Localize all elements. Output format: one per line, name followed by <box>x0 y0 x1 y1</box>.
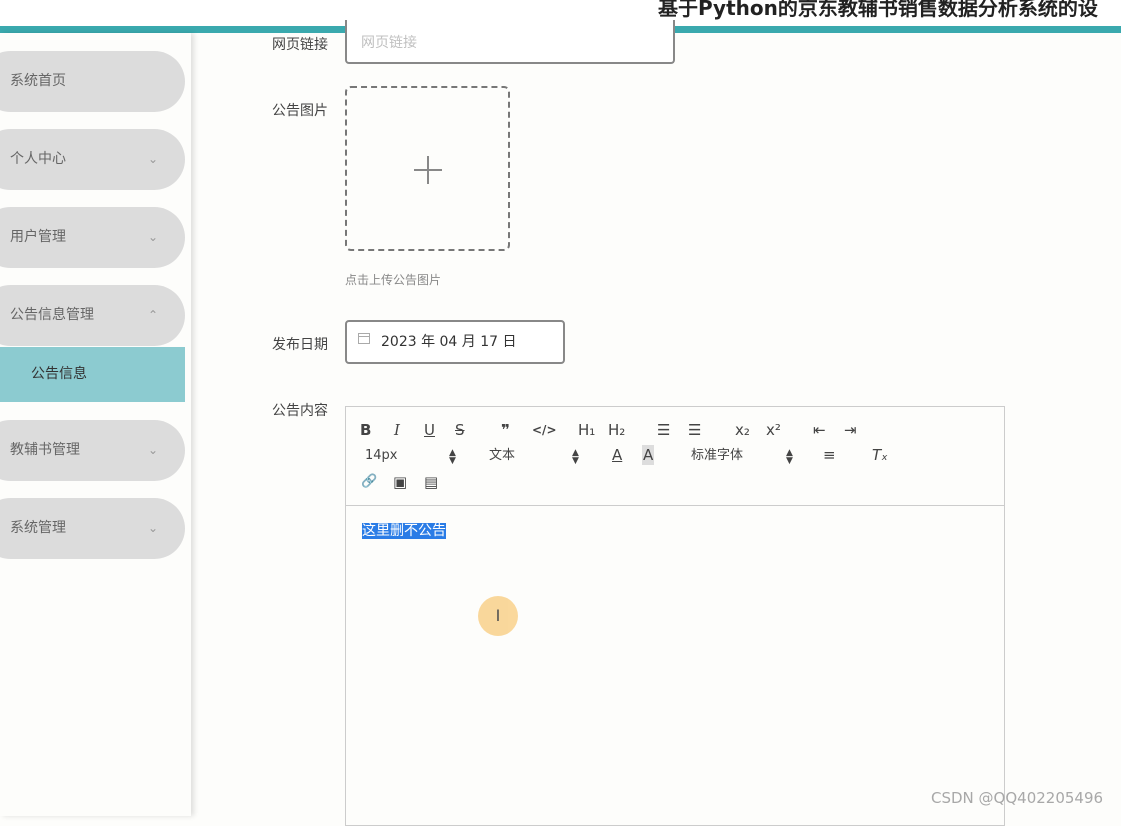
text-cursor-icon: I <box>495 606 501 625</box>
image-icon[interactable]: ▣ <box>393 472 407 492</box>
content-label: 公告内容 <box>272 403 328 419</box>
text-type-arrows-icon: ▲ ▼ <box>572 448 579 466</box>
blockquote-icon[interactable]: ❞ <box>501 420 510 440</box>
link-label: 网页链接 <box>272 37 328 53</box>
italic-icon[interactable]: I <box>394 420 400 440</box>
sidebar-item-profile[interactable]: 个人中心 ⌄ <box>0 129 185 190</box>
watermark: CSDN @QQ402205496 <box>931 789 1104 807</box>
font-size-arrows-icon: ▲ ▼ <box>449 448 456 466</box>
code-block-icon[interactable]: </> <box>532 420 557 440</box>
background-color-icon[interactable]: A <box>642 445 655 465</box>
heading-1-icon[interactable]: H₁ <box>578 420 595 440</box>
image-label: 公告图片 <box>272 103 328 119</box>
editor-content[interactable]: 这里删不公告 <box>362 520 446 540</box>
upload-hint: 点击上传公告图片 <box>345 273 442 287</box>
link-icon[interactable]: 🔗 <box>361 472 377 492</box>
indent-icon[interactable]: ⇥ <box>844 420 857 440</box>
date-value: 2023 年 04 月 17 日 <box>381 334 517 350</box>
font-family-arrows-icon: ▲ ▼ <box>786 448 793 466</box>
text-type-select[interactable]: 文本 <box>489 446 515 466</box>
chevron-down-icon: ⌄ <box>148 230 159 244</box>
sidebar-item-label: 个人中心 <box>10 151 66 167</box>
date-picker[interactable]: 2023 年 04 月 17 日 <box>345 320 565 364</box>
sidebar-item-label: 系统首页 <box>10 73 66 89</box>
sidebar-subitem-notice-info[interactable]: 公告信息 <box>0 347 185 402</box>
sidebar-subitem-label: 公告信息 <box>31 366 87 382</box>
image-upload-box[interactable] <box>345 86 510 251</box>
sidebar-item-system[interactable]: 系统管理 ⌄ <box>0 498 185 559</box>
selected-text: 这里删不公告 <box>362 523 446 539</box>
ordered-list-icon[interactable]: ☰ <box>657 420 670 440</box>
underline-icon[interactable]: U <box>424 420 435 440</box>
editor-toolbar: B I U S ❞ </> H₁ H₂ ☰ ☰ x₂ x² ⇤ ⇥ 14px ▲… <box>346 407 1004 506</box>
sidebar-item-home[interactable]: 系统首页 <box>0 51 185 112</box>
subscript-icon[interactable]: x₂ <box>735 420 750 440</box>
bullet-list-icon[interactable]: ☰ <box>688 420 701 440</box>
rich-text-editor[interactable]: B I U S ❞ </> H₁ H₂ ☰ ☰ x₂ x² ⇤ ⇥ 14px ▲… <box>345 406 1005 826</box>
strikethrough-icon[interactable]: S <box>455 420 465 440</box>
font-size-select[interactable]: 14px <box>365 446 398 466</box>
link-placeholder: 网页链接 <box>361 35 417 51</box>
chevron-down-icon: ⌄ <box>148 521 159 535</box>
sidebar-item-users[interactable]: 用户管理 ⌄ <box>0 207 185 268</box>
sidebar-item-books[interactable]: 教辅书管理 ⌄ <box>0 420 185 481</box>
sidebar-item-label: 系统管理 <box>10 520 66 536</box>
app-title: 基于Python的京东教辅书销售数据分析系统的设 <box>658 0 1098 20</box>
font-family-select[interactable]: 标准字体 <box>691 446 743 466</box>
align-icon[interactable]: ≡ <box>823 445 836 465</box>
sidebar-item-label: 教辅书管理 <box>10 442 80 458</box>
sidebar: 系统首页 个人中心 ⌄ 用户管理 ⌄ 公告信息管理 ⌃ 公告信息 教辅书管理 ⌄… <box>0 33 191 816</box>
chevron-up-icon: ⌃ <box>148 308 159 322</box>
bold-icon[interactable]: B <box>360 420 371 440</box>
sidebar-item-label: 公告信息管理 <box>10 307 94 323</box>
heading-2-icon[interactable]: H₂ <box>608 420 625 440</box>
clear-format-icon[interactable]: Tₓ <box>872 445 888 465</box>
chevron-down-icon: ⌄ <box>148 152 159 166</box>
sidebar-item-label: 用户管理 <box>10 229 66 245</box>
calendar-icon <box>358 333 370 344</box>
video-icon[interactable]: ▤ <box>424 472 438 492</box>
date-label: 发布日期 <box>272 337 328 353</box>
superscript-icon[interactable]: x² <box>766 420 781 440</box>
link-input[interactable]: 网页链接 <box>345 20 675 64</box>
font-color-icon[interactable]: A <box>612 445 622 465</box>
chevron-down-icon: ⌄ <box>148 443 159 457</box>
mouse-cursor-highlight: I <box>478 596 518 636</box>
sidebar-item-notice-management[interactable]: 公告信息管理 ⌃ <box>0 285 185 346</box>
outdent-icon[interactable]: ⇤ <box>813 420 826 440</box>
